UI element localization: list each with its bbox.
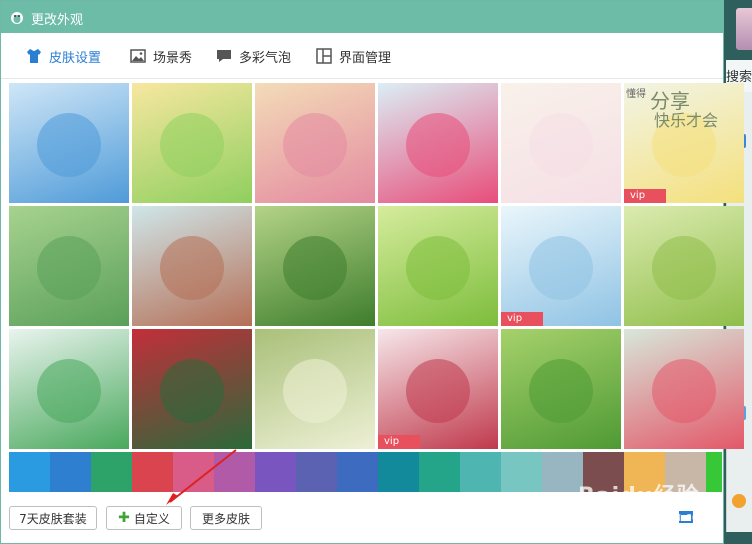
color-swatch[interactable] — [501, 452, 542, 492]
skin-thumbnail-image — [652, 236, 716, 300]
skin-thumbnail-image — [283, 236, 347, 300]
annotation-arrow — [166, 449, 237, 505]
skin-tile-green-sprout[interactable] — [501, 329, 621, 449]
skin-thumbnail-image — [652, 359, 716, 423]
skin-tile-garden-door[interactable] — [255, 83, 375, 203]
skin-tile-share-happy[interactable]: 懂得 分享 快乐才会 vip — [624, 83, 744, 203]
skin-tile-plum-blossom[interactable] — [501, 83, 621, 203]
more-skins-button[interactable]: 更多皮肤 — [190, 506, 262, 530]
skin-tile-heart-leaf[interactable] — [9, 329, 129, 449]
skin-tile-white-stairs[interactable] — [378, 83, 498, 203]
skin-tile-bird-branch[interactable] — [255, 329, 375, 449]
tab-skin-settings[interactable]: 皮肤设置 — [25, 45, 101, 67]
button-label: 7天皮肤套装 — [19, 511, 87, 526]
tab-label: 多彩气泡 — [239, 50, 292, 66]
bell-icon[interactable] — [732, 494, 746, 508]
seven-day-skin-button[interactable]: 7天皮肤套装 — [9, 506, 97, 530]
qq-penguin-icon — [11, 12, 23, 24]
skin-tile-cosmos-flower[interactable] — [378, 206, 498, 326]
tab-bar: 皮肤设置 场景秀 多彩气泡 界面管理 — [1, 33, 723, 79]
tab-label: 界面管理 — [339, 50, 392, 66]
skin-tile-red-blossom[interactable] — [624, 329, 744, 449]
tab-interface-management[interactable]: 界面管理 — [315, 45, 391, 67]
color-swatch[interactable] — [255, 452, 296, 492]
skin-thumbnail-image — [37, 236, 101, 300]
skin-thumbnail-image — [160, 113, 224, 177]
vip-badge: vip — [378, 435, 420, 449]
skin-tile-flower-mug[interactable] — [132, 329, 252, 449]
skin-thumbnail-image — [406, 359, 470, 423]
skin-thumbnail-image — [529, 113, 593, 177]
color-swatch[interactable] — [460, 452, 501, 492]
skin-thumbnail-image — [406, 113, 470, 177]
baidu-watermark-url: jingyan.baidu.com — [600, 510, 711, 524]
vip-badge: vip — [624, 189, 666, 203]
title-bar[interactable]: 更改外观 — [1, 1, 723, 33]
button-label: 自定义 — [133, 511, 170, 526]
skin-tile-park-bench[interactable] — [9, 206, 129, 326]
skin-caption-small: 懂得 — [626, 89, 646, 100]
skin-thumbnail-image — [406, 236, 470, 300]
color-swatch[interactable] — [542, 452, 583, 492]
color-swatch[interactable] — [706, 452, 722, 492]
skin-tile-school-field[interactable] — [132, 206, 252, 326]
color-swatch[interactable] — [419, 452, 460, 492]
skin-caption-mid: 快乐才会 — [654, 111, 719, 130]
tab-label: 场景秀 — [153, 50, 193, 66]
skin-thumbnail-image — [160, 359, 224, 423]
skin-thumbnail-image — [37, 113, 101, 177]
color-swatch[interactable] — [91, 452, 132, 492]
tab-label: 皮肤设置 — [49, 50, 102, 66]
window-title: 更改外观 — [31, 13, 84, 28]
skin-tile-flower-shop[interactable] — [132, 83, 252, 203]
vip-badge: vip — [501, 312, 543, 326]
custom-skin-button[interactable]: ✚ 自定义 — [106, 506, 182, 530]
skin-tile-polka-candy[interactable]: vip — [501, 206, 621, 326]
color-swatch[interactable] — [296, 452, 337, 492]
image-icon — [130, 49, 146, 63]
skin-thumbnail-image — [283, 113, 347, 177]
skin-thumbnail-image — [37, 359, 101, 423]
avatar[interactable] — [736, 8, 752, 50]
color-swatch[interactable] — [378, 452, 419, 492]
baidu-watermark: Baidu经验 — [578, 484, 700, 509]
skin-thumbnail-image — [283, 359, 347, 423]
plus-icon: ✚ — [118, 510, 130, 526]
skin-tile-white-flower[interactable] — [255, 206, 375, 326]
tab-scene-show[interactable]: 场景秀 — [129, 45, 192, 67]
chat-bubble-icon — [217, 50, 231, 62]
color-swatch[interactable] — [50, 452, 91, 492]
color-swatch[interactable] — [337, 452, 378, 492]
tshirt-icon — [27, 49, 41, 63]
tab-colorful-bubbles[interactable]: 多彩气泡 — [215, 45, 291, 67]
layout-icon — [316, 48, 332, 64]
color-swatch[interactable] — [9, 452, 50, 492]
skin-thumbnail-image — [529, 359, 593, 423]
skin-tile-sky-clouds[interactable] — [9, 83, 129, 203]
button-label: 更多皮肤 — [201, 511, 250, 526]
skin-tile-green-window[interactable] — [624, 206, 744, 326]
skin-tile-butterfly[interactable]: vip — [378, 329, 498, 449]
skin-grid: 懂得 分享 快乐才会 vip vip vip — [9, 83, 744, 451]
skin-thumbnail-image — [529, 236, 593, 300]
skin-thumbnail-image — [160, 236, 224, 300]
